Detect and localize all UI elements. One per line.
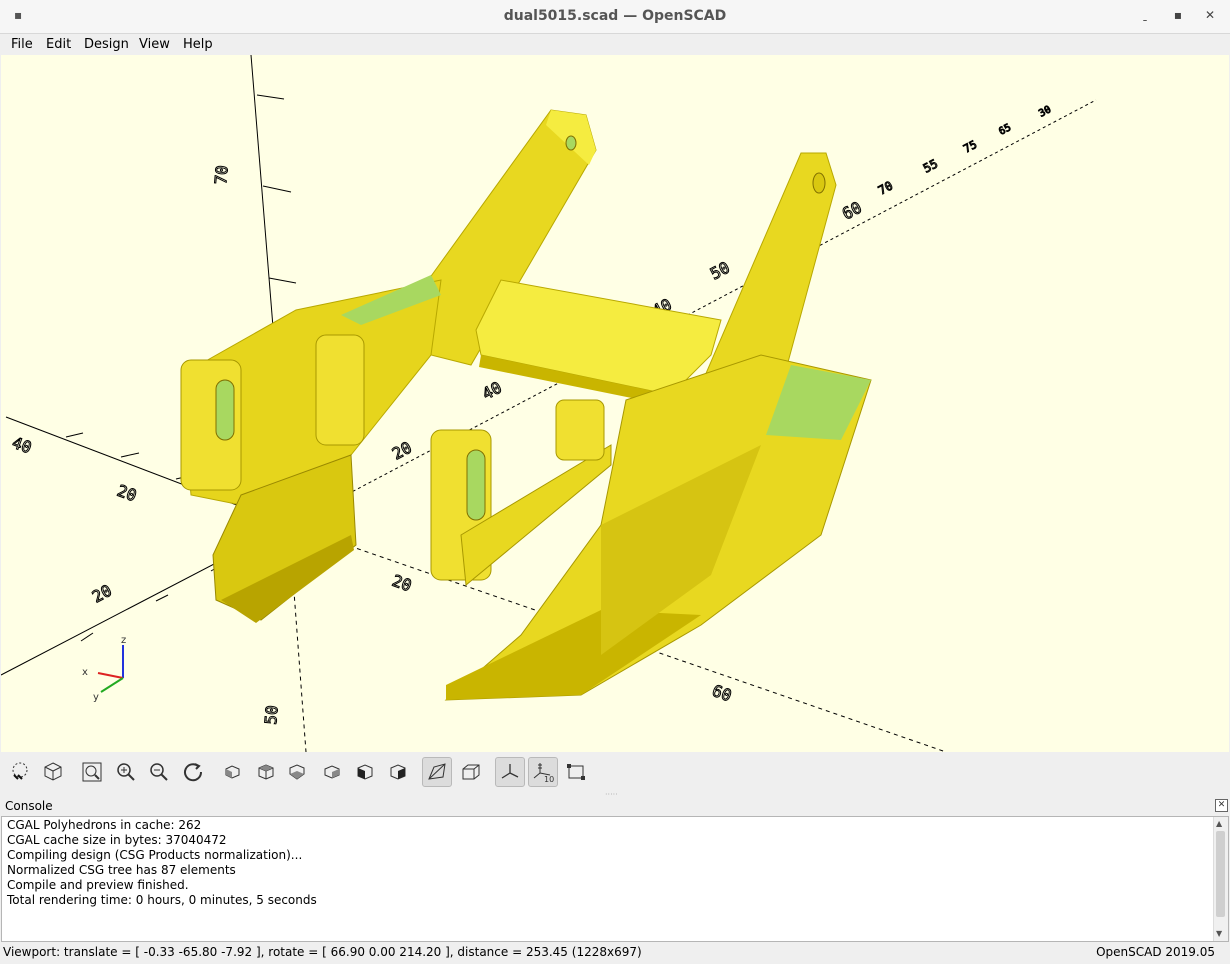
- viewport-status: Viewport: translate = [ -0.33 -65.80 -7.…: [3, 945, 642, 959]
- zoom-out-button[interactable]: [144, 757, 174, 787]
- view-top-button[interactable]: [251, 757, 281, 787]
- console-line: CGAL cache size in bytes: 37040472: [7, 833, 227, 847]
- axis-label: 20: [389, 438, 415, 464]
- axis-label: 20: [390, 571, 415, 595]
- menu-edit[interactable]: Edit: [46, 37, 71, 52]
- console-scrollbar[interactable]: ▲ ▼: [1213, 817, 1228, 941]
- orthogonal-icon: [462, 764, 480, 780]
- console-line: Total rendering time: 0 hours, 0 minutes…: [7, 893, 317, 907]
- axis-label: 75: [961, 138, 979, 156]
- axis-label: 60: [710, 681, 735, 705]
- console-line: CGAL Polyhedrons in cache: 262: [7, 818, 202, 832]
- console-output[interactable]: CGAL Polyhedrons in cache: 262 CGAL cach…: [1, 816, 1229, 942]
- show-scale-markers-button[interactable]: 10: [528, 757, 558, 787]
- render-icon: [44, 762, 62, 781]
- reset-view-button[interactable]: [178, 757, 208, 787]
- menu-design[interactable]: Design: [84, 37, 129, 52]
- show-axes-button[interactable]: [495, 757, 525, 787]
- menubar: File Edit Design View Help: [0, 34, 1230, 55]
- axis-label: 20: [115, 481, 140, 505]
- axis-label: 40: [10, 433, 35, 457]
- menu-view[interactable]: View: [139, 37, 170, 52]
- view-toolbar: 10: [0, 752, 1230, 792]
- axis-label: 70: [211, 165, 232, 186]
- view-left-button[interactable]: [317, 757, 347, 787]
- view-front-button[interactable]: [350, 757, 380, 787]
- gizmo-z-label: z: [121, 635, 126, 646]
- panel-splitter-handle[interactable]: ·····: [605, 790, 625, 799]
- 3d-viewport[interactable]: 70 50 40 20 20 20 40 60 50 40 20 40 50 6…: [1, 55, 1229, 752]
- viewport-canvas: 70 50 40 20 20 20 40 60 50 40 20 40 50 6…: [1, 55, 1097, 752]
- edges-icon: [567, 764, 585, 780]
- console-line: Compile and preview finished.: [7, 878, 189, 892]
- axis-label: 65: [997, 122, 1013, 137]
- view-top-icon: [258, 764, 274, 780]
- perspective-icon: [428, 763, 446, 780]
- console-line: Normalized CSG tree has 87 elements: [7, 863, 236, 877]
- view-left-icon: [324, 765, 340, 779]
- axis-label: 55: [921, 157, 940, 176]
- axis-label: 30: [1037, 104, 1053, 119]
- axis-label: 20: [89, 581, 115, 607]
- model-part: [180, 109, 872, 701]
- axis-label: 40: [479, 378, 505, 404]
- menu-help[interactable]: Help: [183, 37, 213, 52]
- minimize-button[interactable]: ˍ: [1136, 8, 1154, 26]
- render-button[interactable]: [38, 757, 68, 787]
- scroll-down-icon[interactable]: ▼: [1216, 929, 1222, 938]
- show-edges-button[interactable]: [561, 757, 591, 787]
- view-bottom-icon: [289, 764, 305, 780]
- view-right-button[interactable]: [217, 757, 247, 787]
- maximize-button[interactable]: ▪: [1169, 8, 1187, 26]
- view-all-icon: [82, 762, 102, 782]
- zoom-in-button[interactable]: [111, 757, 141, 787]
- axis-label: 70: [876, 179, 895, 198]
- view-bottom-button[interactable]: [282, 757, 312, 787]
- zoom-in-icon: [117, 763, 135, 781]
- preview-icon: [12, 762, 28, 780]
- scale-marker-text: 10: [544, 775, 554, 783]
- scrollbar-thumb[interactable]: [1216, 831, 1225, 917]
- axis-label: 50: [707, 258, 733, 284]
- version-label: OpenSCAD 2019.05: [1096, 945, 1215, 959]
- console-header: Console ✕: [0, 796, 1230, 816]
- console-close-icon[interactable]: ✕: [1215, 799, 1228, 812]
- close-button[interactable]: ✕: [1201, 8, 1219, 26]
- preview-button[interactable]: [5, 757, 35, 787]
- view-back-button[interactable]: [383, 757, 413, 787]
- status-bar: Viewport: translate = [ -0.33 -65.80 -7.…: [0, 942, 1230, 964]
- orientation-gizmo: z x y: [82, 635, 126, 703]
- reset-view-icon: [184, 763, 203, 782]
- axis-label: 50: [261, 705, 282, 726]
- window-titlebar: ▪ dual5015.scad — OpenSCAD ˍ ▪ ✕: [0, 0, 1230, 34]
- gizmo-y-label: y: [93, 692, 99, 703]
- view-front-icon: [357, 764, 373, 780]
- view-all-button[interactable]: [77, 757, 107, 787]
- scroll-up-icon[interactable]: ▲: [1216, 819, 1222, 828]
- console-title: Console: [5, 799, 53, 813]
- gizmo-x-label: x: [82, 667, 88, 678]
- view-right-icon: [225, 765, 240, 779]
- orthogonal-button[interactable]: [456, 757, 486, 787]
- view-back-icon: [390, 764, 406, 780]
- menu-file[interactable]: File: [11, 37, 33, 52]
- perspective-button[interactable]: [422, 757, 452, 787]
- axes-icon: [501, 764, 519, 779]
- zoom-out-icon: [150, 763, 168, 781]
- window-title: dual5015.scad — OpenSCAD: [503, 8, 727, 24]
- scale-markers-icon: 10: [533, 763, 554, 783]
- axis-label: 60: [839, 198, 865, 224]
- console-line: Compiling design (CSG Products normaliza…: [7, 848, 303, 862]
